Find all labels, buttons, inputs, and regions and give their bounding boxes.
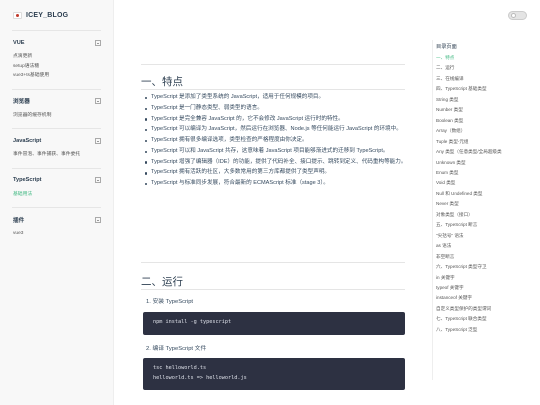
article: 一、特点 TypeScript 是添加了类型系统的 JavaScript，适用于… [114,0,422,405]
list-item: TypeScript 是完全兼容 JavaScript 的，它不会修改 Java… [145,116,413,124]
sidebar-item[interactable]: setup语法糖 [13,62,101,72]
collapse-icon[interactable] [95,216,101,223]
sidebar-item-active[interactable]: 基础用法 [13,190,101,200]
toc-title: 目录页面 [436,44,457,50]
list-item: TypeScript 拥有很多编译选项，类型检查的严格程度由你决定。 [145,137,413,145]
toc-item[interactable]: Null 和 Undefined 类型 [436,189,538,199]
toc-item[interactable]: 一、特点 [436,53,538,63]
list-item: TypeScript 是一门静态类型、弱类型的语言。 [145,105,413,113]
sidebar-group-title[interactable]: TypeScript [13,177,42,183]
toc-item[interactable]: Enum 类型 [436,168,538,178]
sidebar-group-browser: 浏览器 浏览器的缓存机制 [0,90,113,129]
sidebar-item[interactable]: 事件冒泡、事件捕获、事件委托 [13,150,101,160]
flag-logo-icon [13,11,22,19]
list-item: TypeScript 可以编译为 JavaScript，然后运行在浏览器、Nod… [145,126,413,134]
list-item: TypeScript 可以和 JavaScript 共存，这意味着 JavaSc… [145,148,413,156]
list-item: TypeScript 是添加了类型系统的 JavaScript，适用于任何规模的… [145,94,413,102]
heading-underline [141,289,405,290]
code-block[interactable]: npm install -g typescript [143,312,405,335]
sidebar-item[interactable]: vue3 [13,229,101,239]
toc-item[interactable]: 七、TypeScript 联合类型 [436,314,538,324]
toc-item[interactable]: Number 类型 [436,105,538,115]
toc-item[interactable]: "尖括号" 语法 [436,231,538,241]
sidebar: ICEY_BLOG VUE 点滴更新 setup语法糖 vue3+ts基础使用 … [0,0,114,405]
toc-item[interactable]: 自定义类型保护的类型谓词 [436,304,538,314]
table-of-contents: 目录页面 一、特点 二、运行 三、在线编译 四、TypeScript 基础类型 Stri… [436,43,540,335]
sidebar-group-title[interactable]: JavaScript [13,138,41,144]
toc-item[interactable]: in 关键字 [436,273,538,283]
toc-item[interactable]: 三、在线编译 [436,74,538,84]
code-line: helloworld.ts => helloworld.js [153,374,247,381]
collapse-icon[interactable] [95,98,101,104]
toc-item[interactable]: 六、TypeScript 类型守卫 [436,262,538,272]
toc-item[interactable]: 四、TypeScript 基础类型 [436,84,538,94]
sidebar-item[interactable]: vue3+ts基础使用 [13,71,101,81]
toc-item[interactable]: as 语法 [436,241,538,251]
sidebar-group-javascript: JavaScript 事件冒泡、事件捕获、事件委托 [0,129,113,168]
sidebar-group-vue: VUE 点滴更新 setup语法糖 vue3+ts基础使用 [0,31,113,89]
toc-item[interactable]: Tuple 类型-元组 [436,137,538,147]
collapse-icon[interactable] [95,137,101,144]
theme-toggle[interactable] [508,11,527,20]
sidebar-item[interactable]: 浏览器的缓存机制 [13,111,101,121]
code-line: npm install -g typescript [153,319,232,325]
list-item: TypeScript 拥有活跃的社区，大多数常用的第三方库都提供了类型声明。 [145,169,413,177]
toggle-knob [511,13,516,19]
sidebar-group-title[interactable]: 插件 [13,216,24,224]
toc-item[interactable]: 二、运行 [436,63,538,73]
toc-item[interactable]: String 类型 [436,95,538,105]
step-label: 2. 编译 TypeScript 文件 [146,346,207,352]
list-item: TypeScript 与标准同步发展，符合最新的 ECMAScript 标准（s… [145,180,413,188]
toc-item[interactable]: 非空断言 [436,252,538,262]
sidebar-group-title[interactable]: 浏览器 [13,97,30,105]
sidebar-group-title[interactable]: VUE [13,40,25,46]
sidebar-group-typescript: TypeScript 基础用法 [0,169,113,208]
sidebar-item[interactable]: 点滴更新 [13,52,101,62]
toc-divider [432,40,433,380]
toc-item[interactable]: 八、TypeScript 泛型 [436,325,538,335]
sidebar-group-plugins: 插件 vue3 [0,208,113,247]
collapse-icon[interactable] [95,39,101,46]
toc-item[interactable]: Never 类型 [436,199,538,209]
code-block[interactable]: tsc helloworld.ts helloworld.ts => hello… [143,358,405,390]
toc-item[interactable]: Unknown 类型 [436,158,538,168]
brand[interactable]: ICEY_BLOG [0,0,113,30]
toc-item[interactable]: typeof 关键字 [436,283,538,293]
step-label: 1. 安装 TypeScript [146,299,194,305]
code-line: tsc helloworld.ts [153,365,207,371]
toc-item[interactable]: Boolean 类型 [436,116,538,126]
heading-underline [141,89,405,90]
toc-item[interactable]: 对象类型（接口） [436,210,538,220]
brand-title: ICEY_BLOG [26,11,69,19]
collapse-icon[interactable] [95,177,101,183]
divider [141,64,405,65]
toc-item[interactable]: Any 类型（任意类型/全局超级类 [436,147,538,157]
toc-item[interactable]: Void 类型 [436,178,538,188]
section-heading: 二、运行 [141,276,183,288]
feature-list: TypeScript 是添加了类型系统的 JavaScript，适用于任何规模的… [145,94,413,191]
toc-item[interactable]: Array（数组） [436,126,538,136]
toc-item[interactable]: 五、TypeScript 断言 [436,220,538,230]
toc-item[interactable]: instanceof 关键字 [436,293,538,303]
section-heading: 一、特点 [141,76,183,88]
divider [141,262,405,263]
list-item: TypeScript 增强了编辑器（IDE）的功能，提供了代码补全、接口提示、跳… [145,159,413,167]
toc-list: 一、特点 二、运行 三、在线编译 四、TypeScript 基础类型 String 类型… [436,53,540,335]
page: ICEY_BLOG VUE 点滴更新 setup语法糖 vue3+ts基础使用 … [0,0,540,405]
